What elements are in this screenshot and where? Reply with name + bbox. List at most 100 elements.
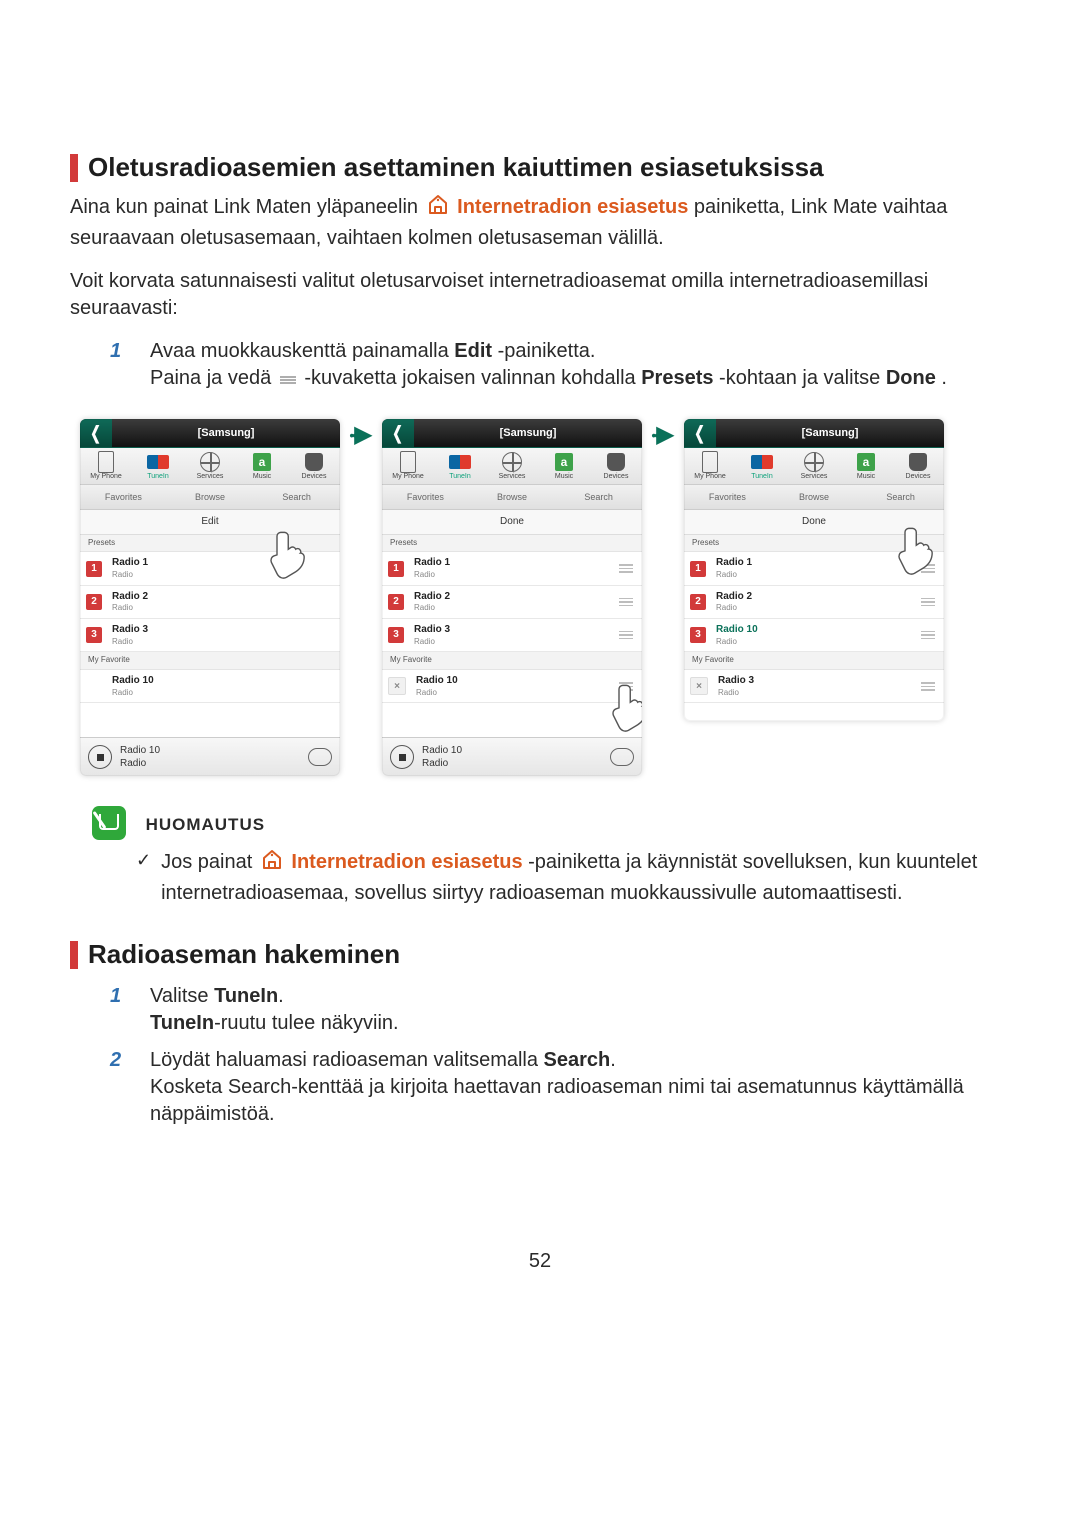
preset-row[interactable]: 1Radio 1Radio bbox=[684, 552, 944, 585]
mockup-strip: ❮ [Samsung] My Phone TuneIn Services aMu… bbox=[70, 419, 1010, 776]
step1b-post2: . bbox=[941, 367, 947, 389]
source-my-phone[interactable]: My Phone bbox=[80, 448, 132, 483]
preset-row[interactable]: 1Radio 1Radio bbox=[382, 552, 642, 585]
now-playing-title: Radio 10 bbox=[422, 744, 610, 758]
remove-badge[interactable]: × bbox=[388, 677, 406, 695]
preset-badge: 1 bbox=[86, 561, 102, 577]
drag-handle-icon[interactable] bbox=[616, 598, 636, 607]
app-title: [Samsung] bbox=[112, 426, 340, 441]
source-tunein[interactable]: TuneIn bbox=[736, 448, 788, 483]
back-button[interactable]: ❮ bbox=[382, 419, 414, 447]
now-playing-sub: Radio bbox=[422, 757, 610, 771]
globe-icon bbox=[804, 452, 824, 472]
preset-row[interactable]: 2Radio 2Radio bbox=[80, 586, 340, 619]
preset-badge: 1 bbox=[690, 561, 706, 577]
tab-search[interactable]: Search bbox=[253, 485, 340, 509]
source-tunein[interactable]: TuneIn bbox=[434, 448, 486, 483]
mini-player[interactable]: Radio 10Radio bbox=[382, 737, 642, 776]
app-title: [Samsung] bbox=[716, 426, 944, 441]
tab-favorites[interactable]: Favorites bbox=[684, 485, 771, 509]
station-sub: Radio bbox=[718, 688, 918, 699]
drag-handle-icon[interactable] bbox=[616, 564, 636, 573]
source-services[interactable]: Services bbox=[788, 448, 840, 483]
source-label: TuneIn bbox=[449, 473, 471, 480]
step1b-bold1: Presets bbox=[641, 367, 713, 389]
phone-mockup-b: ❮ [Samsung] My Phone TuneIn Services aMu… bbox=[382, 419, 642, 776]
tab-favorites[interactable]: Favorites bbox=[382, 485, 469, 509]
arrow-icon: •••▶ bbox=[642, 419, 684, 451]
drag-handle-icon[interactable] bbox=[616, 631, 636, 640]
s2s1-pre: Valitse bbox=[150, 985, 214, 1007]
source-label: TuneIn bbox=[751, 473, 773, 480]
tab-browse[interactable]: Browse bbox=[167, 485, 254, 509]
preset-row[interactable]: 3Radio 3Radio bbox=[382, 619, 642, 652]
done-label: Done bbox=[802, 516, 826, 527]
source-my-phone[interactable]: My Phone bbox=[382, 448, 434, 483]
source-music[interactable]: aMusic bbox=[538, 448, 590, 483]
stop-button[interactable] bbox=[390, 745, 414, 769]
back-button[interactable]: ❮ bbox=[80, 419, 112, 447]
station-sub: Radio bbox=[112, 570, 334, 581]
preset-row[interactable]: 1Radio 1Radio bbox=[80, 552, 340, 585]
stop-button[interactable] bbox=[88, 745, 112, 769]
volume-icon[interactable] bbox=[308, 748, 332, 766]
source-tunein[interactable]: TuneIn bbox=[132, 448, 184, 483]
tab-search[interactable]: Search bbox=[555, 485, 642, 509]
drag-handle-icon[interactable] bbox=[918, 564, 938, 573]
source-services[interactable]: Services bbox=[184, 448, 236, 483]
source-services[interactable]: Services bbox=[486, 448, 538, 483]
step1-number: 1 bbox=[110, 340, 121, 362]
page-number: 52 bbox=[70, 1248, 1010, 1275]
source-my-phone[interactable]: My Phone bbox=[684, 448, 736, 483]
source-label: My Phone bbox=[392, 473, 424, 480]
s2s1b-post: -ruutu tulee näkyviin. bbox=[214, 1012, 399, 1034]
intro2: Voit korvata satunnaisesti valitut oletu… bbox=[70, 268, 1010, 322]
source-label: Services bbox=[197, 473, 224, 480]
preset-row[interactable]: 3Radio 3Radio bbox=[80, 619, 340, 652]
check-icon: ✓ bbox=[136, 848, 151, 907]
section2-heading: Radioaseman hakeminen bbox=[88, 937, 400, 972]
step1b-pre: Paina ja vedä bbox=[150, 367, 277, 389]
grip-icon bbox=[279, 366, 297, 393]
drag-handle-icon[interactable] bbox=[616, 682, 636, 691]
tab-favorites[interactable]: Favorites bbox=[80, 485, 167, 509]
edit-button[interactable]: Edit bbox=[80, 510, 340, 535]
source-devices[interactable]: Devices bbox=[892, 448, 944, 483]
step1a-post: -painiketta. bbox=[498, 340, 596, 362]
source-label: TuneIn bbox=[147, 473, 169, 480]
tab-browse[interactable]: Browse bbox=[469, 485, 556, 509]
preset-badge: 2 bbox=[86, 594, 102, 610]
drag-handle-icon[interactable] bbox=[918, 631, 938, 640]
done-button[interactable]: Done bbox=[382, 510, 642, 535]
favorite-row[interactable]: ×Radio 3Radio bbox=[684, 670, 944, 703]
tab-search[interactable]: Search bbox=[857, 485, 944, 509]
tab-browse[interactable]: Browse bbox=[771, 485, 858, 509]
favorite-row[interactable]: Radio 10Radio bbox=[80, 670, 340, 703]
remove-badge[interactable]: × bbox=[690, 677, 708, 695]
preset-row[interactable]: 2Radio 2Radio bbox=[382, 586, 642, 619]
station-sub: Radio bbox=[716, 603, 918, 614]
favorite-row[interactable]: ×Radio 10Radio bbox=[382, 670, 642, 703]
source-devices[interactable]: Devices bbox=[288, 448, 340, 483]
preset-badge: 2 bbox=[388, 594, 404, 610]
back-button[interactable]: ❮ bbox=[684, 419, 716, 447]
volume-icon[interactable] bbox=[610, 748, 634, 766]
note-accent: Internetradion esiasetus bbox=[291, 851, 522, 873]
s2s2-post: . bbox=[610, 1049, 616, 1071]
preset-row[interactable]: 2Radio 2Radio bbox=[684, 586, 944, 619]
devices-icon bbox=[909, 453, 927, 471]
drag-handle-icon[interactable] bbox=[918, 682, 938, 691]
source-music[interactable]: aMusic bbox=[840, 448, 892, 483]
phone-icon bbox=[98, 451, 114, 473]
section2-step2-body: Löydät haluamasi radioaseman valitsemall… bbox=[150, 1047, 1010, 1128]
source-devices[interactable]: Devices bbox=[590, 448, 642, 483]
myfavorite-label: My Favorite bbox=[382, 652, 642, 670]
drag-handle-icon[interactable] bbox=[918, 598, 938, 607]
mini-player[interactable]: Radio 10Radio bbox=[80, 737, 340, 776]
done-button[interactable]: Done bbox=[684, 510, 944, 535]
preset-badge: 3 bbox=[86, 627, 102, 643]
source-music[interactable]: aMusic bbox=[236, 448, 288, 483]
station-name: Radio 2 bbox=[112, 590, 334, 604]
arrow-icon: •••▶ bbox=[340, 419, 382, 451]
preset-row[interactable]: 3Radio 10Radio bbox=[684, 619, 944, 652]
